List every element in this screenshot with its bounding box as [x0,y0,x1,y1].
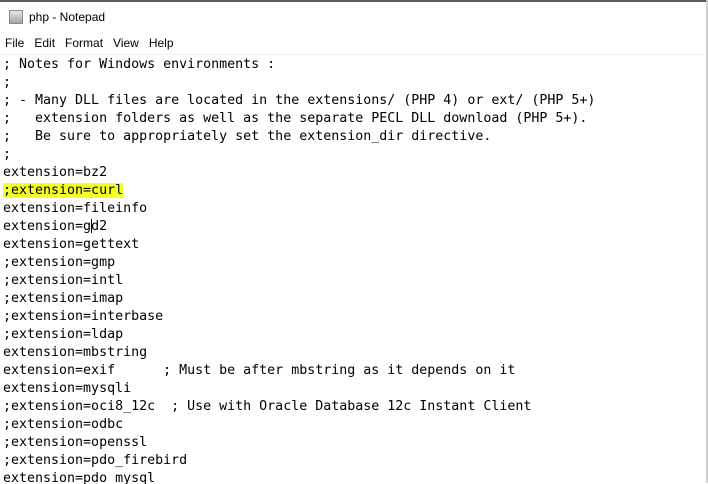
line-text: extension=gettext [3,237,140,252]
text-line: ;extension=intl [3,272,123,290]
menu-file[interactable]: File [0,36,29,50]
notepad-icon [9,10,23,24]
text-line: extension=fileinfo [3,200,147,218]
text-line: ;extension=ldap [3,326,123,344]
line-text: ;extension=imap [3,291,124,306]
text-line: extension=gettext [3,236,139,254]
line-text: extension=fileinfo [3,201,148,216]
text-line: ;extension=odbc [3,416,123,434]
window-title: php - Notepad [29,10,106,24]
line-text: ;extension=openssl [3,435,148,450]
line-text: ;extension=intl [3,273,124,288]
text-line: ; [3,146,11,164]
line-text: ;extension=interbase [3,309,164,324]
text-line: ; [3,74,11,92]
text-line: ; Notes for Windows environments : [3,56,275,74]
line-text: ;extension=pdo_firebird [3,453,188,468]
line-text: ; [3,75,12,90]
line-text: ; Be sure to appropriately set the exten… [3,129,492,144]
menu-bar: File Edit Format View Help [0,33,179,53]
menu-help[interactable]: Help [144,36,179,50]
line-text: ; - Many DLL files are located in the ex… [3,93,596,108]
title-bar[interactable]: php - Notepad [0,2,708,32]
text-line: ;extension=imap [3,290,123,308]
line-text: ;extension=odbc [3,417,124,432]
text-caret [91,219,93,233]
line-text: extension=pdo_mysql [3,471,156,484]
text-line: ; Be sure to appropriately set the exten… [3,128,491,146]
text-line: ;extension=pdo_firebird [3,452,187,470]
text-line: ; - Many DLL files are located in the ex… [3,92,595,110]
line-text: ; Notes for Windows environments : [3,57,276,72]
text-line: ; extension folders as well as the separ… [3,110,587,128]
line-text: extension=mbstring [3,345,148,360]
text-line: ;extension=curl [3,182,124,200]
menu-format[interactable]: Format [60,36,108,50]
text-line: extension=gd2 [3,218,107,236]
text-line: extension=pdo_mysql [3,470,155,484]
line-text: ; [3,147,12,162]
text-line: ;extension=gmp [3,254,115,272]
text-line: ;extension=oci8_12c ; Use with Oracle Da… [3,398,531,416]
line-text: ;extension=curl [3,183,124,198]
line-text: extension=exif ; Must be after mbstring … [3,363,516,378]
menu-edit[interactable]: Edit [29,36,60,50]
line-text: ;extension=ldap [3,327,124,342]
text-editor[interactable]: ; Notes for Windows environments :; ; - M… [0,54,708,484]
text-line: extension=mysqli [3,380,131,398]
line-text: ;extension=gmp [3,255,116,270]
line-text: extension=bz2 [3,165,108,180]
line-text: ;extension=oci8_12c ; Use with Oracle Da… [3,399,532,414]
text-line: extension=mbstring [3,344,147,362]
line-text: extension=gd2 [3,219,108,234]
text-line: extension=exif ; Must be after mbstring … [3,362,515,380]
text-line: ;extension=openssl [3,434,147,452]
text-line: ;extension=interbase [3,308,163,326]
menu-view[interactable]: View [108,36,144,50]
line-text: ; extension folders as well as the separ… [3,111,588,126]
text-line: extension=bz2 [3,164,107,182]
line-text: extension=mysqli [3,381,132,396]
